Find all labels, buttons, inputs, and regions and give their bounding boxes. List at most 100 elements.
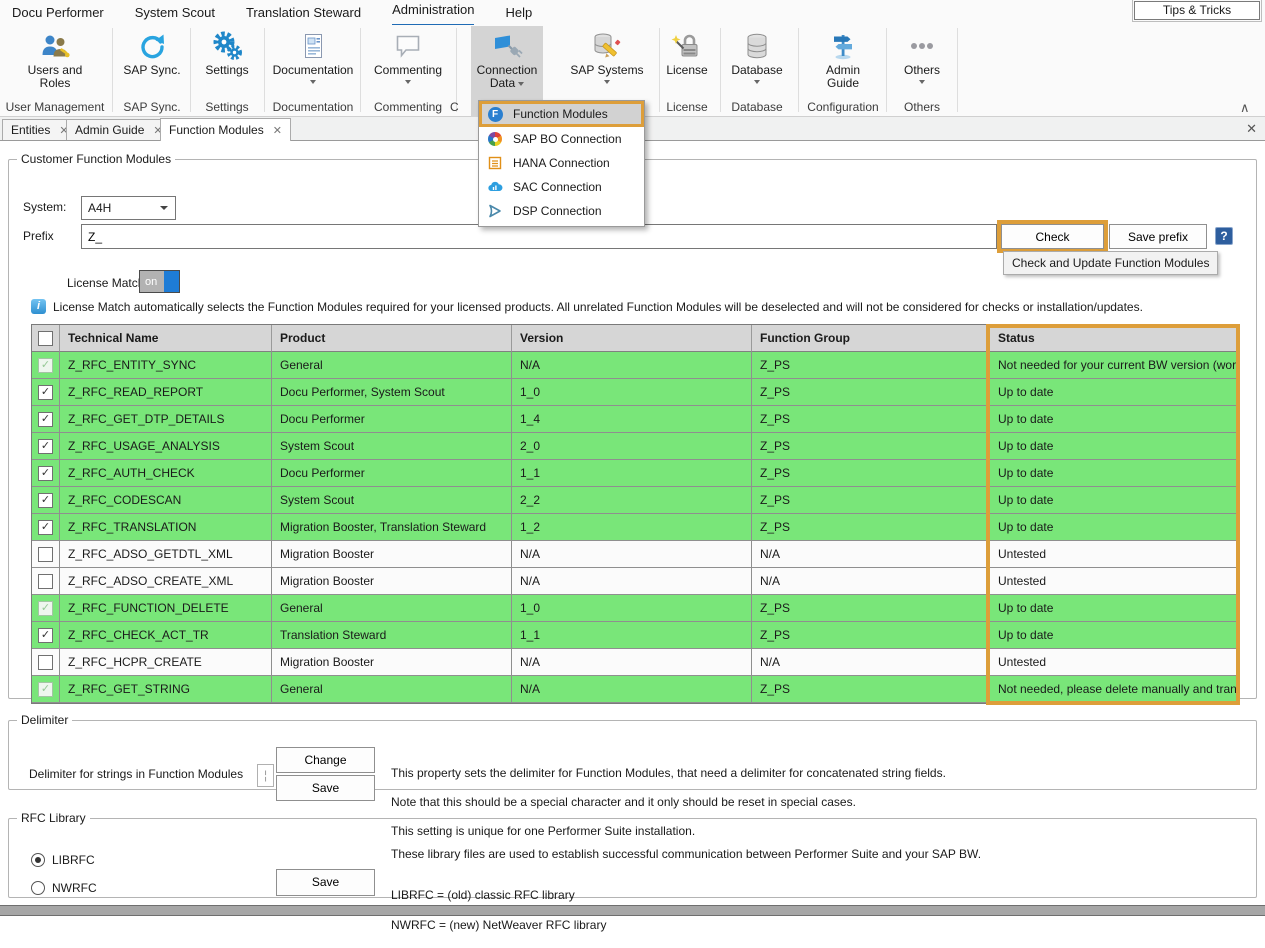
row-checkbox[interactable]	[38, 466, 53, 481]
cell-status: Up to date	[990, 460, 1237, 487]
cell-function-group: Z_PS	[752, 514, 990, 541]
table-row[interactable]: Z_RFC_FUNCTION_DELETE General 1_0 Z_PS U…	[32, 595, 1237, 622]
license-match-info-text: License Match automatically selects the …	[53, 300, 1243, 314]
menu-help[interactable]: Help	[505, 0, 532, 25]
table-row[interactable]: Z_RFC_CODESCAN System Scout 2_2 Z_PS Up …	[32, 487, 1237, 514]
cell-function-group: Z_PS	[752, 433, 990, 460]
menu-item-hana-connection[interactable]: HANA Connection	[479, 151, 644, 175]
menu-docu-performer[interactable]: Docu Performer	[12, 0, 104, 25]
menu-item-label: SAP BO Connection	[513, 132, 622, 146]
col-header-technical-name[interactable]: Technical Name	[60, 325, 272, 352]
tab-close-icon[interactable]: ✕	[273, 125, 282, 137]
table-row[interactable]: Z_RFC_GET_STRING General N/A Z_PS Not ne…	[32, 676, 1237, 703]
license-label: License	[666, 63, 707, 77]
documentation-label: Documentation	[273, 63, 354, 77]
database-button[interactable]: Database	[724, 26, 790, 97]
save-rfc-library-button[interactable]: Save	[276, 869, 375, 896]
row-checkbox[interactable]	[38, 547, 53, 562]
group-legend: Customer Function Modules	[17, 152, 175, 166]
prefix-input[interactable]	[81, 224, 997, 249]
users-roles-button[interactable]: Users and Roles	[21, 26, 89, 97]
cell-function-group: N/A	[752, 541, 990, 568]
menu-item-dsp-connection[interactable]: DSP Connection	[479, 199, 644, 223]
menu-item-sap-bo-connection[interactable]: SAP BO Connection	[479, 127, 644, 151]
group-label-documentation: Documentation	[273, 99, 354, 116]
menu-item-function-modules[interactable]: F Function Modules	[479, 101, 644, 127]
license-match-toggle[interactable]: on	[139, 270, 180, 293]
table-row[interactable]: Z_RFC_ADSO_CREATE_XML Migration Booster …	[32, 568, 1237, 595]
cell-version: N/A	[512, 676, 752, 703]
chevron-down-icon	[405, 80, 411, 84]
col-header-status[interactable]: Status	[990, 325, 1237, 352]
table-row[interactable]: Z_RFC_HCPR_CREATE Migration Booster N/A …	[32, 649, 1237, 676]
col-header-function-group[interactable]: Function Group	[752, 325, 990, 352]
row-checkbox[interactable]	[38, 601, 53, 616]
col-header-version[interactable]: Version	[512, 325, 752, 352]
table-row[interactable]: Z_RFC_USAGE_ANALYSIS System Scout 2_0 Z_…	[32, 433, 1237, 460]
sap-sync-button[interactable]: SAP Sync.	[120, 26, 184, 97]
cell-technical-name: Z_RFC_ADSO_CREATE_XML	[60, 568, 272, 595]
row-checkbox[interactable]	[38, 412, 53, 427]
tab-function-modules[interactable]: Function Modules ✕	[160, 118, 291, 141]
menu-translation-steward[interactable]: Translation Steward	[246, 0, 361, 25]
table-row[interactable]: Z_RFC_READ_REPORT Docu Performer, System…	[32, 379, 1237, 406]
cell-version: 1_0	[512, 379, 752, 406]
group-legend: Delimiter	[17, 713, 72, 727]
documentation-button[interactable]: Documentation	[268, 26, 358, 97]
col-header-product[interactable]: Product	[272, 325, 512, 352]
change-delimiter-button[interactable]: Change	[276, 747, 375, 773]
tab-label: Function Modules	[169, 123, 264, 137]
check-button[interactable]: Check	[1001, 224, 1104, 249]
select-all-checkbox[interactable]	[38, 331, 53, 346]
row-checkbox[interactable]	[38, 358, 53, 373]
menu-system-scout[interactable]: System Scout	[135, 0, 215, 25]
nwrfc-radio[interactable]: NWRFC	[31, 881, 97, 895]
row-checkbox[interactable]	[38, 682, 53, 697]
cell-product: Migration Booster	[272, 649, 512, 676]
table-row[interactable]: Z_RFC_TRANSLATION Migration Booster, Tra…	[32, 514, 1237, 541]
admin-guide-signpost-icon	[813, 30, 873, 64]
sap-systems-button[interactable]: SAP Systems	[560, 26, 654, 97]
table-row[interactable]: Z_RFC_ADSO_GETDTL_XML Migration Booster …	[32, 541, 1237, 568]
row-checkbox[interactable]	[38, 439, 53, 454]
license-button[interactable]: License	[663, 26, 711, 97]
menu-item-label: DSP Connection	[513, 204, 602, 218]
table-row[interactable]: Z_RFC_CHECK_ACT_TR Translation Steward 1…	[32, 622, 1237, 649]
tab-admin-guide[interactable]: Admin Guide✕	[66, 119, 172, 140]
save-delimiter-button[interactable]: Save	[276, 775, 375, 801]
group-label-settings: Settings	[205, 99, 248, 116]
row-checkbox[interactable]	[38, 385, 53, 400]
ribbon-collapse-chevron-icon[interactable]: ∧	[1240, 100, 1250, 116]
documentation-icon	[268, 30, 358, 64]
others-button[interactable]: Others	[897, 26, 947, 97]
admin-guide-button[interactable]: Admin Guide	[813, 26, 873, 97]
cell-function-group: Z_PS	[752, 460, 990, 487]
librfc-radio[interactable]: LIBRFC	[31, 853, 95, 867]
delimiter-value-box[interactable]: ¦	[257, 764, 274, 787]
commenting-button[interactable]: Commenting	[364, 26, 452, 97]
row-checkbox[interactable]	[38, 655, 53, 670]
menu-administration[interactable]: Administration	[392, 0, 474, 27]
table-row[interactable]: Z_RFC_GET_DTP_DETAILS Docu Performer 1_4…	[32, 406, 1237, 433]
settings-button[interactable]: Settings	[196, 26, 258, 97]
row-checkbox[interactable]	[38, 520, 53, 535]
row-checkbox[interactable]	[38, 493, 53, 508]
menu-item-label: Function Modules	[513, 107, 608, 121]
group-label-sap-sync: SAP Sync.	[123, 99, 180, 116]
menu-item-label: HANA Connection	[513, 156, 610, 170]
system-combobox[interactable]: A4H	[81, 196, 176, 220]
save-prefix-button[interactable]: Save prefix	[1109, 224, 1207, 249]
others-dots-icon	[897, 30, 947, 64]
table-row[interactable]: Z_RFC_AUTH_CHECK Docu Performer 1_1 Z_PS…	[32, 460, 1237, 487]
cell-product: Docu Performer	[272, 406, 512, 433]
row-checkbox[interactable]	[38, 628, 53, 643]
sap-sync-icon	[120, 30, 184, 64]
cell-product: Migration Booster	[272, 568, 512, 595]
tabstrip-close-icon[interactable]: ✕	[1246, 121, 1257, 137]
cell-status: Untested	[990, 649, 1237, 676]
table-row[interactable]: Z_RFC_ENTITY_SYNC General N/A Z_PS Not n…	[32, 352, 1237, 379]
menu-item-sac-connection[interactable]: SAC Connection	[479, 175, 644, 199]
help-icon[interactable]: ?	[1215, 227, 1233, 245]
row-checkbox[interactable]	[38, 574, 53, 589]
tips-and-tricks-button[interactable]: Tips & Tricks	[1134, 1, 1260, 20]
